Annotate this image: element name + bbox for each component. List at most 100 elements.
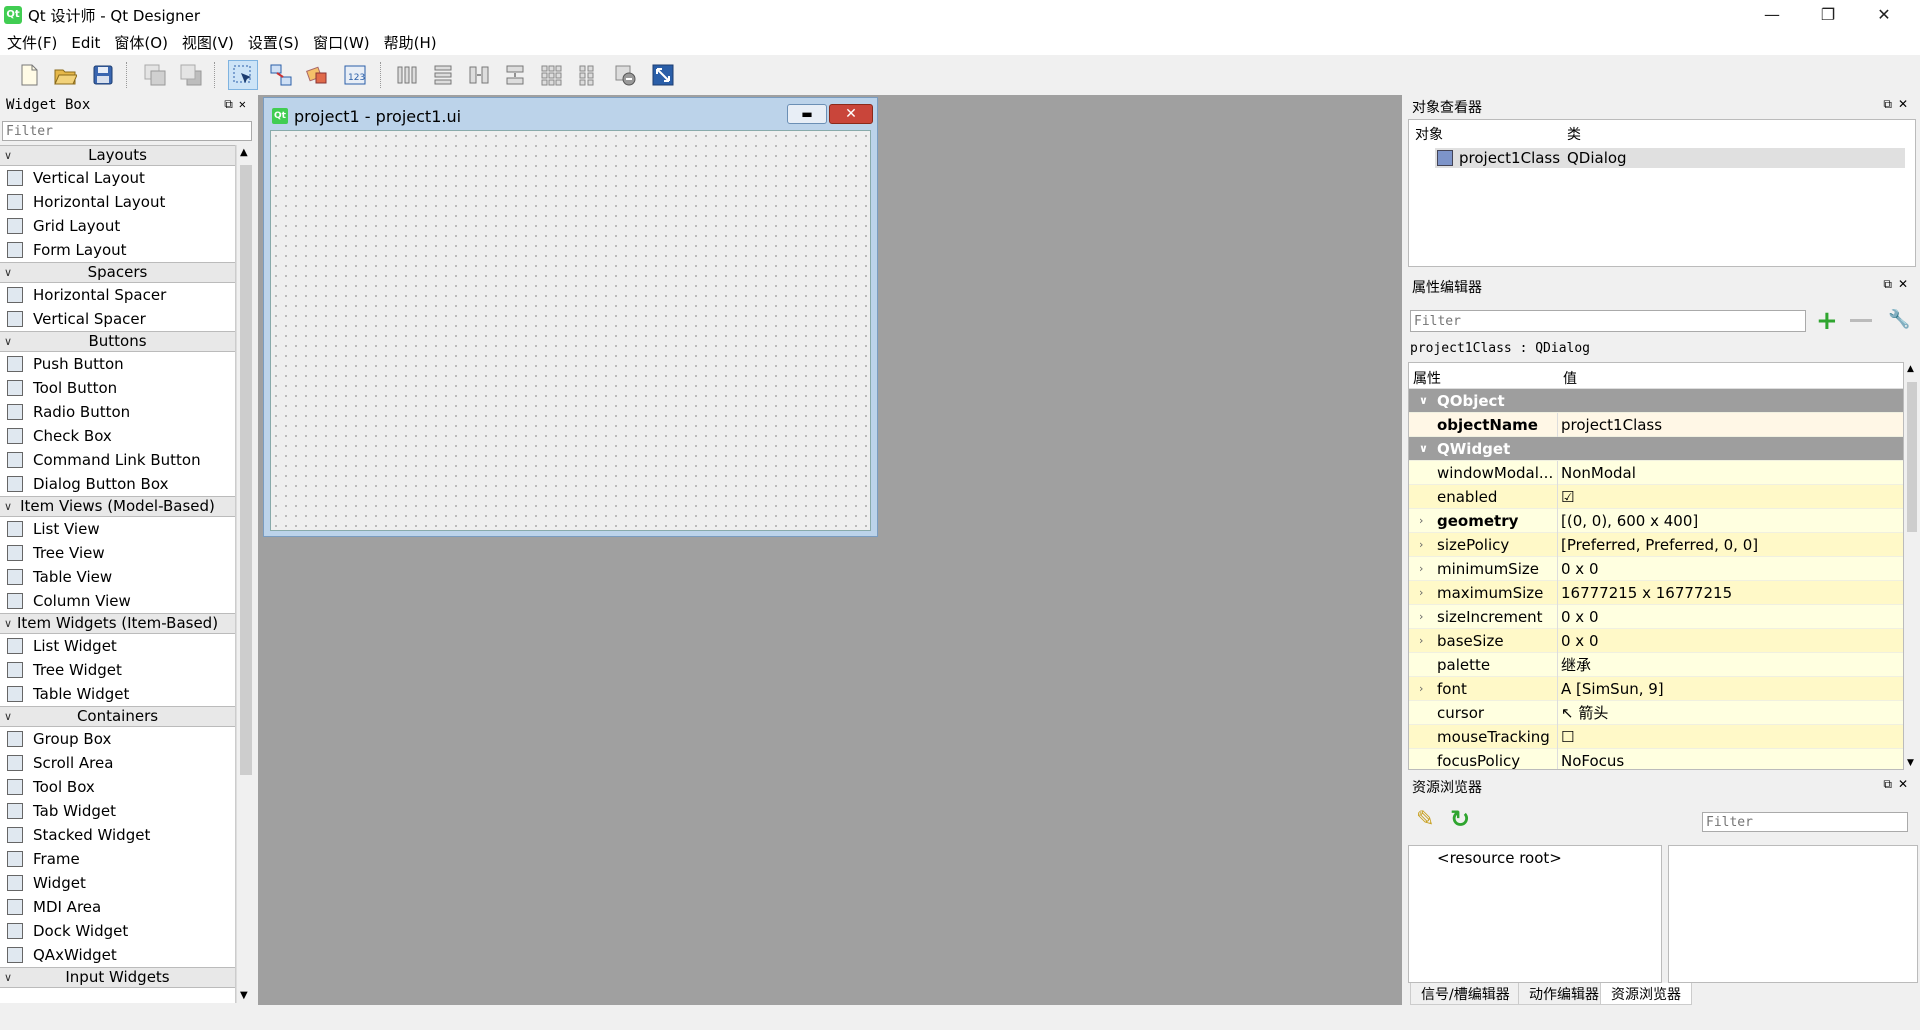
chevron-right-icon[interactable]: ›	[1419, 581, 1423, 605]
menu-item[interactable]: 视图(V)	[175, 29, 241, 56]
layout-vertical-splitter-icon[interactable]	[500, 60, 530, 90]
property-value[interactable]: NoFocus	[1561, 749, 1624, 769]
property-row[interactable]: objectName project1Class	[1409, 413, 1903, 437]
widget-item[interactable]: Push Button	[0, 352, 235, 376]
widget-item[interactable]: Tool Box	[0, 775, 235, 799]
edit-resources-pencil-icon[interactable]: ✎	[1416, 807, 1434, 832]
property-filter-input[interactable]	[1410, 310, 1806, 332]
widget-item[interactable]: Form Layout	[0, 238, 235, 262]
configure-wrench-icon[interactable]: 🔧	[1888, 309, 1910, 330]
widget-item[interactable]: Horizontal Spacer	[0, 283, 235, 307]
widget-item[interactable]: Group Box	[0, 727, 235, 751]
property-value[interactable]: [(0, 0), 600 x 400]	[1561, 509, 1698, 533]
property-row[interactable]: palette 继承	[1409, 653, 1903, 677]
edit-signals-slots-icon[interactable]	[266, 60, 296, 90]
widget-item[interactable]: Widget	[0, 871, 235, 895]
form-canvas[interactable]	[270, 130, 871, 531]
widget-box-scrollbar[interactable]: ▲ ▼	[236, 145, 254, 1003]
scrollbar-thumb[interactable]	[1907, 382, 1917, 532]
widget-category-header[interactable]: ∨ Input Widgets	[0, 967, 235, 988]
widget-item[interactable]: Table View	[0, 565, 235, 589]
form-close-button[interactable]: ✕	[829, 104, 873, 124]
property-row[interactable]: › maximumSize 16777215 x 16777215	[1409, 581, 1903, 605]
edit-tab-order-icon[interactable]: 123	[340, 60, 370, 90]
adjust-size-icon[interactable]	[648, 60, 678, 90]
dock-float-close-buttons[interactable]: ⧉✕	[224, 97, 252, 112]
layout-form-icon[interactable]	[572, 60, 602, 90]
property-scrollbar[interactable]: ▲ ▼	[1904, 362, 1920, 770]
property-value[interactable]: ↖ 箭头	[1561, 701, 1608, 725]
widget-item[interactable]: Vertical Spacer	[0, 307, 235, 331]
widget-item[interactable]: Radio Button	[0, 400, 235, 424]
open-file-icon[interactable]	[50, 60, 80, 90]
widget-item[interactable]: MDI Area	[0, 895, 235, 919]
property-row[interactable]: › font A [SimSun, 9]	[1409, 677, 1903, 701]
reload-icon[interactable]: ↻	[1450, 805, 1470, 833]
widget-item[interactable]: List Widget	[0, 634, 235, 658]
form-window[interactable]: Qt project1 - project1.ui ▬ ✕	[263, 97, 878, 537]
resource-file-list[interactable]	[1668, 845, 1918, 983]
form-minimize-button[interactable]: ▬	[787, 104, 827, 124]
layout-horizontal-splitter-icon[interactable]	[464, 60, 494, 90]
property-row[interactable]: › baseSize 0 x 0	[1409, 629, 1903, 653]
object-tree-row[interactable]: project1Class QDialog	[1435, 148, 1905, 168]
widget-item[interactable]: Dock Widget	[0, 919, 235, 943]
widget-category-header[interactable]: ∨ Buttons	[0, 331, 235, 352]
property-value[interactable]: 0 x 0	[1561, 629, 1599, 653]
scroll-up-icon[interactable]: ▲	[240, 147, 248, 158]
property-row[interactable]: mouseTracking ☐	[1409, 725, 1903, 749]
bring-forward-icon[interactable]	[176, 60, 206, 90]
chevron-right-icon[interactable]: ›	[1419, 629, 1423, 653]
property-row[interactable]: focusPolicy NoFocus	[1409, 749, 1903, 769]
remove-property-icon[interactable]	[1850, 319, 1872, 322]
widget-category-header[interactable]: ∨ Spacers	[0, 262, 235, 283]
property-value[interactable]: 0 x 0	[1561, 605, 1599, 629]
menu-item[interactable]: 设置(S)	[241, 29, 306, 56]
chevron-right-icon[interactable]: ›	[1419, 557, 1423, 581]
property-row[interactable]: › geometry [(0, 0), 600 x 400]	[1409, 509, 1903, 533]
tab-signal-slot-editor[interactable]: 信号/槽编辑器	[1410, 983, 1521, 1005]
tab-action-editor[interactable]: 动作编辑器	[1518, 983, 1610, 1005]
widget-item[interactable]: Column View	[0, 589, 235, 613]
property-value[interactable]: [Preferred, Preferred, 0, 0]	[1561, 533, 1758, 557]
widget-item[interactable]: Frame	[0, 847, 235, 871]
widget-category-header[interactable]: ∨ Item Widgets (Item-Based)	[0, 613, 235, 634]
col-value-header[interactable]: 值	[1563, 368, 1577, 388]
dock-float-close-buttons[interactable]: ⧉✕	[1883, 277, 1914, 292]
property-value[interactable]: project1Class	[1561, 413, 1662, 437]
save-icon[interactable]	[88, 60, 118, 90]
property-value[interactable]: A [SimSun, 9]	[1561, 677, 1664, 701]
property-group-row[interactable]: ∨ QObject	[1409, 389, 1903, 413]
scrollbar-thumb[interactable]	[240, 165, 252, 775]
widget-item[interactable]: Tree Widget	[0, 658, 235, 682]
edit-buddies-icon[interactable]	[302, 60, 332, 90]
widget-item[interactable]: Tool Button	[0, 376, 235, 400]
chevron-down-icon[interactable]: ∨	[1419, 437, 1428, 461]
add-property-icon[interactable]: +	[1816, 308, 1838, 334]
widget-box-filter-input[interactable]	[2, 121, 252, 141]
property-value[interactable]: 16777215 x 16777215	[1561, 581, 1732, 605]
scroll-down-icon[interactable]: ▼	[240, 990, 248, 1001]
property-group-row[interactable]: ∨ QWidget	[1409, 437, 1903, 461]
widget-category-header[interactable]: ∨ Item Views (Model-Based)	[0, 496, 235, 517]
widget-item[interactable]: Vertical Layout	[0, 166, 235, 190]
menu-item[interactable]: 文件(F)	[0, 29, 64, 56]
col-class-header[interactable]: 类	[1567, 124, 1581, 144]
menu-item[interactable]: 窗口(W)	[306, 29, 377, 56]
property-row[interactable]: windowModal... NonModal	[1409, 461, 1903, 485]
chevron-right-icon[interactable]: ›	[1419, 677, 1423, 701]
menu-item[interactable]: Edit	[64, 31, 107, 55]
widget-item[interactable]: List View	[0, 517, 235, 541]
widget-item[interactable]: Horizontal Layout	[0, 190, 235, 214]
property-value[interactable]: 继承	[1561, 653, 1591, 677]
property-row[interactable]: › minimumSize 0 x 0	[1409, 557, 1903, 581]
widget-item[interactable]: Check Box	[0, 424, 235, 448]
restore-button[interactable]: ❐	[1800, 0, 1856, 29]
close-button[interactable]: ✕	[1856, 0, 1912, 29]
break-layout-icon[interactable]	[610, 60, 640, 90]
property-row[interactable]: › sizePolicy [Preferred, Preferred, 0, 0]	[1409, 533, 1903, 557]
send-backward-icon[interactable]	[140, 60, 170, 90]
property-row[interactable]: cursor ↖ 箭头	[1409, 701, 1903, 725]
col-property-header[interactable]: 属性	[1413, 368, 1441, 388]
widget-item[interactable]: Tab Widget	[0, 799, 235, 823]
